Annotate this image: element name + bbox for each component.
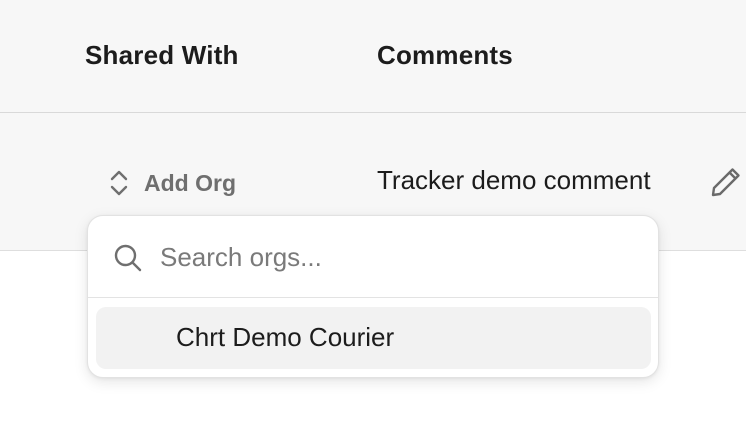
pencil-icon[interactable] [708, 164, 744, 200]
org-search-bar [88, 216, 658, 298]
add-org-button[interactable]: Add Org [106, 166, 236, 200]
add-org-label: Add Org [144, 169, 236, 196]
search-icon [112, 242, 144, 274]
org-search-input[interactable] [160, 234, 630, 280]
table-header-row: Shared With Comments [0, 0, 746, 113]
org-picker-popover: Chrt Demo Courier [87, 215, 659, 378]
shared-with-column-header: Shared With [85, 40, 239, 70]
chevrons-up-down-icon [106, 166, 132, 200]
org-option-label: Chrt Demo Courier [176, 322, 395, 352]
org-option[interactable]: Chrt Demo Courier [96, 307, 651, 369]
page: Shared With Comments Add Org Tracker dem… [0, 0, 746, 442]
comment-text: Tracker demo comment [377, 165, 651, 195]
comments-column-header: Comments [377, 40, 513, 70]
